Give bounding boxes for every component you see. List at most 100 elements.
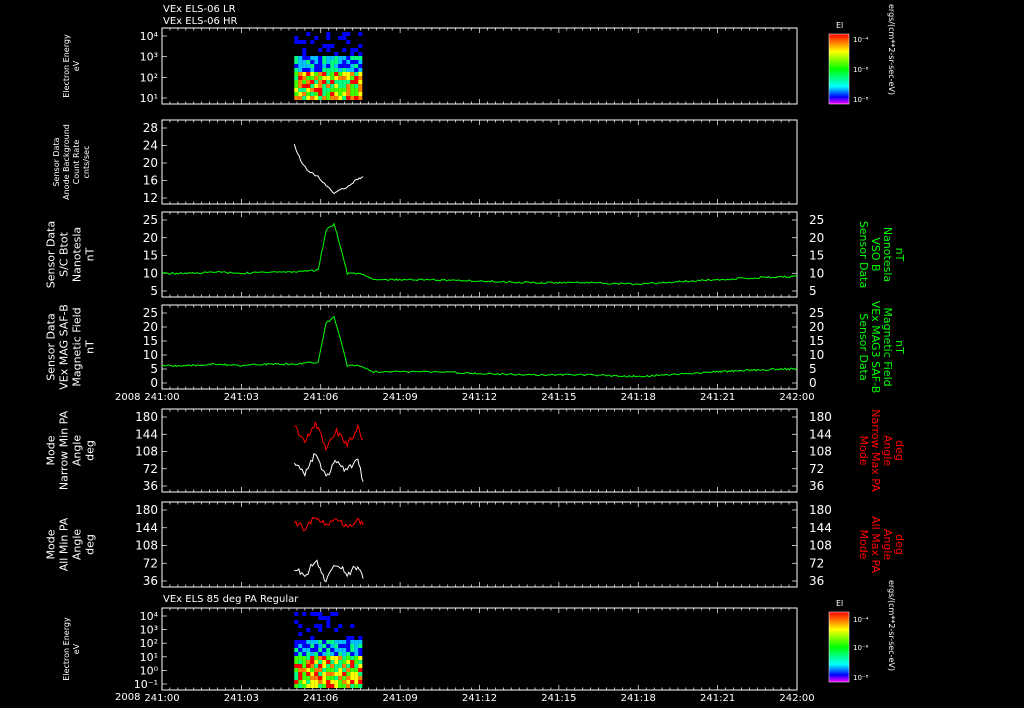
heatmap-cell: [326, 644, 331, 648]
y-axis-label: Sensor Data: [45, 221, 58, 288]
y-tick-label: 28: [143, 121, 158, 135]
heatmap-cell: [330, 96, 335, 100]
heatmap-cell: [358, 60, 363, 64]
heatmap-cell: [298, 640, 303, 644]
colorbar-bottom-tick-2: 10⁻⁶: [853, 644, 869, 652]
y-tick-label-right: 72: [809, 462, 824, 476]
heatmap-cell: [354, 644, 359, 648]
heatmap-cell: [334, 664, 339, 668]
heatmap-cell: [334, 64, 339, 68]
heatmap-cell: [354, 88, 359, 92]
y-tick-label: 108: [135, 445, 158, 459]
heatmap-cell: [306, 652, 311, 656]
y-tick-label-right: 25: [809, 306, 824, 320]
heatmap-cell: [350, 80, 355, 84]
heatmap-cell: [346, 672, 351, 676]
heatmap-cell: [350, 96, 355, 100]
heatmap-cell: [326, 668, 331, 672]
heatmap-cell: [314, 660, 319, 664]
y-axis-label: Mode: [45, 435, 58, 465]
heatmap-cell: [314, 88, 319, 92]
y-axis-label: All Min PA: [58, 517, 71, 571]
heatmap-cell: [342, 680, 347, 684]
heatmap-cell: [318, 672, 323, 676]
heatmap-cell: [314, 96, 319, 100]
y-axis-label-right: Angle: [881, 435, 894, 467]
heatmap-cell: [346, 32, 351, 36]
heatmap-cell: [346, 680, 351, 684]
heatmap-cell: [302, 648, 307, 652]
y-tick-label: 10⁰: [140, 664, 159, 677]
heatmap-cell: [350, 76, 355, 80]
heatmap-cell: [346, 656, 351, 660]
heatmap-cell: [326, 44, 331, 48]
heatmap-cell: [306, 640, 311, 644]
heatmap-cell: [358, 44, 363, 48]
heatmap-cell: [346, 76, 351, 80]
heatmap-cell: [298, 88, 303, 92]
heatmap-cell: [338, 56, 343, 60]
y-tick-label: 144: [135, 427, 158, 441]
y-tick-label-right: 36: [809, 574, 824, 588]
y-axis-label: Electron Energy: [62, 34, 71, 98]
x-tick-label: 241:03: [224, 392, 259, 403]
heatmap-cell: [330, 660, 335, 664]
heatmap-cell: [322, 80, 327, 84]
heatmap-cell: [310, 68, 315, 72]
heatmap-cell: [338, 68, 343, 72]
heatmap-cell: [346, 40, 351, 44]
heatmap-cell: [346, 648, 351, 652]
heatmap-cell: [298, 80, 303, 84]
y-axis-label: eV: [72, 643, 81, 654]
heatmap-cell: [342, 672, 347, 676]
heatmap-cell: [334, 84, 339, 88]
x-tick-label: 241:18: [621, 693, 656, 704]
heatmap-cell: [346, 684, 351, 688]
y-axis-label: eV: [72, 60, 81, 71]
heatmap-cell: [302, 660, 307, 664]
heatmap-cell: [350, 652, 355, 656]
heatmap-cell: [342, 76, 347, 80]
heatmap-cell: [358, 636, 363, 640]
heatmap-cell: [354, 640, 359, 644]
heatmap-cell: [350, 668, 355, 672]
heatmap-cell: [322, 644, 327, 648]
heatmap-cell: [354, 664, 359, 668]
heatmap-cell: [298, 668, 303, 672]
y-axis-label: Angle: [71, 435, 84, 467]
y-axis-label: Electron Energy: [62, 617, 71, 681]
heatmap-cell: [326, 80, 331, 84]
y-axis-label-right: VEx MAG3 SAF-B: [869, 301, 882, 394]
heatmap-cell: [354, 80, 359, 84]
heatmap-cell: [334, 76, 339, 80]
heatmap-cell: [334, 60, 339, 64]
y-tick-label: 10¹: [140, 92, 158, 105]
heatmap-cell: [354, 684, 359, 688]
heatmap-cell: [338, 676, 343, 680]
y-tick-label: 16: [143, 174, 158, 188]
heatmap-cell: [298, 664, 303, 668]
heatmap-cell: [338, 640, 343, 644]
heatmap-cell: [346, 56, 351, 60]
heatmap-cell: [346, 84, 351, 88]
heatmap-cell: [326, 672, 331, 676]
y-axis-label-right: nT: [893, 340, 906, 354]
heatmap-cell: [350, 60, 355, 64]
heatmap-cell: [338, 648, 343, 652]
heatmap-cell: [326, 92, 331, 96]
heatmap-cell: [346, 636, 351, 640]
heatmap-cell: [314, 676, 319, 680]
heatmap-cell: [358, 644, 363, 648]
heatmap-cell: [310, 612, 315, 616]
heatmap-cell: [350, 56, 355, 60]
heatmap-cell: [338, 84, 343, 88]
heatmap-cell: [306, 644, 311, 648]
heatmap-cell: [338, 76, 343, 80]
y-tick-label-right: 108: [809, 445, 832, 459]
heatmap-cell: [334, 680, 339, 684]
heatmap-cell: [310, 644, 315, 648]
heatmap-cell: [334, 648, 339, 652]
heatmap-cell: [314, 64, 319, 68]
heatmap-cell: [322, 44, 327, 48]
heatmap-cell: [322, 676, 327, 680]
